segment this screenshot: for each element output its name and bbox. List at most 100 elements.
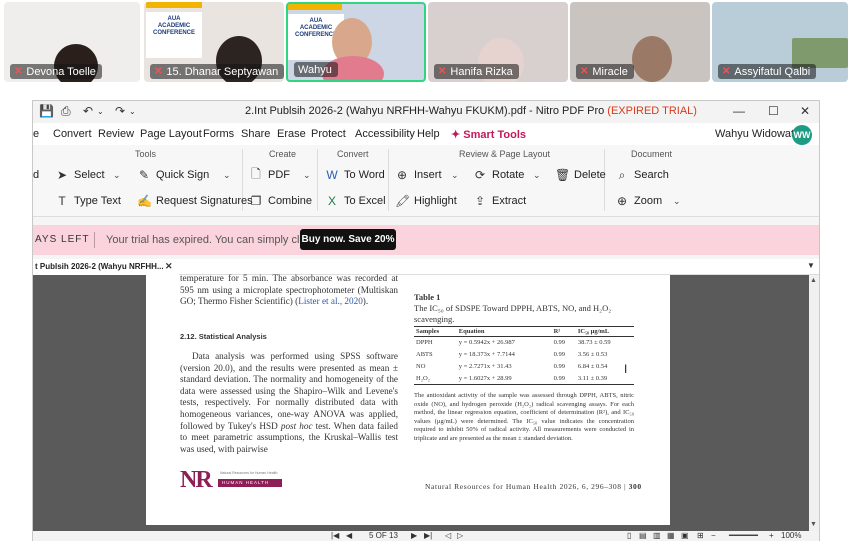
participant-tile[interactable]: ✕ Hanifa Rizka — [428, 2, 568, 82]
ic50-table: Samples Equation R² IC₅₀ µg/mL DPPH y = … — [414, 326, 634, 385]
section-heading: 2.12. Statistical Analysis — [180, 332, 267, 341]
chevron-down-icon[interactable]: ⌄ — [97, 107, 104, 116]
menu-item-review[interactable]: Review — [98, 128, 134, 140]
request-signatures-button[interactable]: ✍ Request Signatures — [137, 191, 253, 211]
tab-list-dropdown-icon[interactable]: ▼ — [807, 261, 815, 270]
menu-item-help[interactable]: Help — [417, 128, 440, 140]
chevron-down-icon[interactable]: ⌄ — [113, 170, 121, 181]
to-excel-button[interactable]: X To Excel — [325, 191, 386, 211]
close-tab-icon[interactable]: ✕ — [165, 261, 173, 272]
menu-item-page-layout[interactable]: Page Layout — [140, 128, 202, 140]
maximize-button[interactable]: ☐ — [768, 104, 779, 118]
fit-width-icon[interactable]: ⊞ — [697, 531, 704, 540]
chevron-down-icon[interactable]: ⌄ — [451, 170, 459, 181]
chevron-down-icon[interactable]: ⌄ — [223, 170, 231, 181]
conference-strip — [146, 2, 202, 8]
zoom-out-button[interactable]: − — [711, 531, 716, 540]
participant-tile-active-speaker[interactable]: AUA ACADEMIC CONFERENCE Wahyu — [286, 2, 426, 82]
menu-item-share[interactable]: Share — [241, 128, 270, 140]
table-header-row: Samples Equation R² IC₅₀ µg/mL — [414, 326, 634, 337]
word-icon: W — [326, 168, 338, 182]
quick-sign-button[interactable]: ✎ Quick Sign — [137, 165, 209, 185]
participant-tile[interactable]: ✕ Miracle — [570, 2, 710, 82]
button-label: Combine — [268, 195, 313, 207]
vertical-scrollbar[interactable]: ▲ ▼ — [809, 275, 819, 531]
buy-now-button[interactable]: Buy now. Save 20% — [300, 229, 396, 250]
insert-button[interactable]: ⊕ Insert — [395, 165, 442, 185]
to-word-button[interactable]: W To Word — [325, 165, 384, 185]
delete-button[interactable]: 🗑 Delete — [555, 165, 606, 185]
scroll-down-icon[interactable]: ▼ — [810, 521, 817, 528]
partial-button[interactable]: d — [33, 165, 39, 185]
menu-item-accessibility[interactable]: Accessibility — [355, 128, 415, 140]
menu-item-partial[interactable]: e — [33, 128, 39, 140]
search-icon: ⌕ — [618, 167, 626, 182]
create-pdf-button[interactable]: 🗋 PDF — [249, 165, 290, 185]
undo-icon[interactable]: ↶ — [83, 104, 93, 118]
combine-pages-icon: ❐ — [250, 194, 262, 208]
select-button[interactable]: ➤ Select — [55, 165, 105, 185]
menu-item-convert[interactable]: Convert — [53, 128, 92, 140]
type-text-button[interactable]: T Type Text — [55, 191, 121, 211]
chevron-down-icon[interactable]: ⌄ — [673, 196, 681, 207]
logo-subtitle: Natural Resources for Human Health — [220, 471, 278, 475]
participant-name: Miracle — [592, 65, 628, 78]
save-icon[interactable]: 💾 — [39, 104, 54, 118]
divider — [94, 232, 95, 248]
previous-page-button[interactable]: ◀ — [346, 531, 352, 540]
table-cell: NO — [416, 363, 426, 370]
document-tab[interactable]: t Publsih 2026-2 (Wahyu NRFHH... ✕ — [33, 259, 179, 275]
participant-tile[interactable]: ✕ Assyifatul Qalbi — [712, 2, 848, 82]
grid-view-icon[interactable]: ▦ — [667, 531, 675, 540]
journal-citation: Natural Resources for Human Health 2026,… — [425, 482, 622, 491]
minimize-button[interactable]: — — [733, 104, 745, 118]
zoom-in-button[interactable]: + — [769, 531, 774, 540]
logo-letters: NR — [180, 467, 213, 493]
highlight-button[interactable]: 🖍 Highlight — [395, 191, 457, 211]
extract-button[interactable]: ⇪ Extract — [473, 191, 526, 211]
participant-name-tag: ✕ 15. Dhanar Septyawan — [150, 64, 284, 79]
zoom-slider[interactable]: ━━━━━━ — [729, 531, 758, 540]
participant-name-tag: ✕ Miracle — [576, 64, 634, 79]
continuous-view-icon[interactable]: ▤ — [639, 531, 647, 540]
table-cell: 3.56 ± 0.53 — [577, 351, 608, 358]
facing-view-icon[interactable]: ▥ — [653, 531, 661, 540]
page-indicator[interactable]: 5 OF 13 — [369, 531, 398, 540]
scroll-up-icon[interactable]: ▲ — [810, 277, 817, 284]
last-page-button[interactable]: ▶| — [424, 531, 432, 540]
participant-tile[interactable]: ✕ Devona Toelle — [4, 2, 140, 82]
redo-icon[interactable]: ↷ — [115, 104, 125, 118]
search-button[interactable]: ⌕ Search — [615, 165, 669, 185]
smart-tools-label: Smart Tools — [463, 129, 527, 141]
first-page-button[interactable]: |◀ — [331, 531, 339, 540]
participant-avatar — [632, 36, 672, 82]
zoom-button[interactable]: ⊕ Zoom — [615, 191, 662, 211]
chevron-down-icon[interactable]: ⌄ — [129, 107, 136, 116]
forward-icon[interactable]: ▷ — [457, 531, 463, 540]
menu-item-protect[interactable]: Protect — [311, 128, 346, 140]
highlighter-icon: 🖍 — [395, 194, 411, 208]
chevron-down-icon[interactable]: ⌄ — [533, 170, 541, 181]
group-title-tools: Tools — [135, 149, 157, 159]
reading-view-icon[interactable]: ▣ — [681, 531, 689, 540]
menu-item-forms[interactable]: Forms — [203, 128, 234, 140]
pdf-page[interactable]: temperature for 5 min. The absorbance wa… — [146, 273, 670, 525]
zoom-level[interactable]: 100% — [781, 531, 801, 540]
single-page-view-icon[interactable]: ▯ — [627, 531, 631, 540]
rotate-button[interactable]: ⟳ Rotate — [473, 165, 524, 185]
print-icon[interactable]: ⎙ — [61, 104, 71, 119]
menu-item-smart-tools[interactable]: ✦ Smart Tools — [451, 128, 526, 141]
pdf-viewer[interactable]: temperature for 5 min. The absorbance wa… — [33, 273, 819, 531]
next-page-button[interactable]: ▶ — [411, 531, 417, 540]
close-button[interactable]: ✕ — [800, 104, 810, 118]
button-label: Highlight — [414, 195, 457, 207]
document-tab-label: t Publsih 2026-2 (Wahyu NRFHH... — [35, 262, 164, 271]
column-header: IC₅₀ µg/mL — [575, 326, 634, 337]
combine-button[interactable]: ❐ Combine — [249, 191, 312, 211]
citation-link[interactable]: Lister et al., 2020 — [298, 296, 363, 306]
menu-item-erase[interactable]: Erase — [277, 128, 306, 140]
participant-tile[interactable]: AUA ACADEMIC CONFERENCE ✕ 15. Dhanar Sept… — [144, 2, 284, 82]
user-avatar[interactable]: WW — [792, 125, 812, 145]
back-icon[interactable]: ◁ — [445, 531, 451, 540]
chevron-down-icon[interactable]: ⌄ — [303, 170, 311, 181]
